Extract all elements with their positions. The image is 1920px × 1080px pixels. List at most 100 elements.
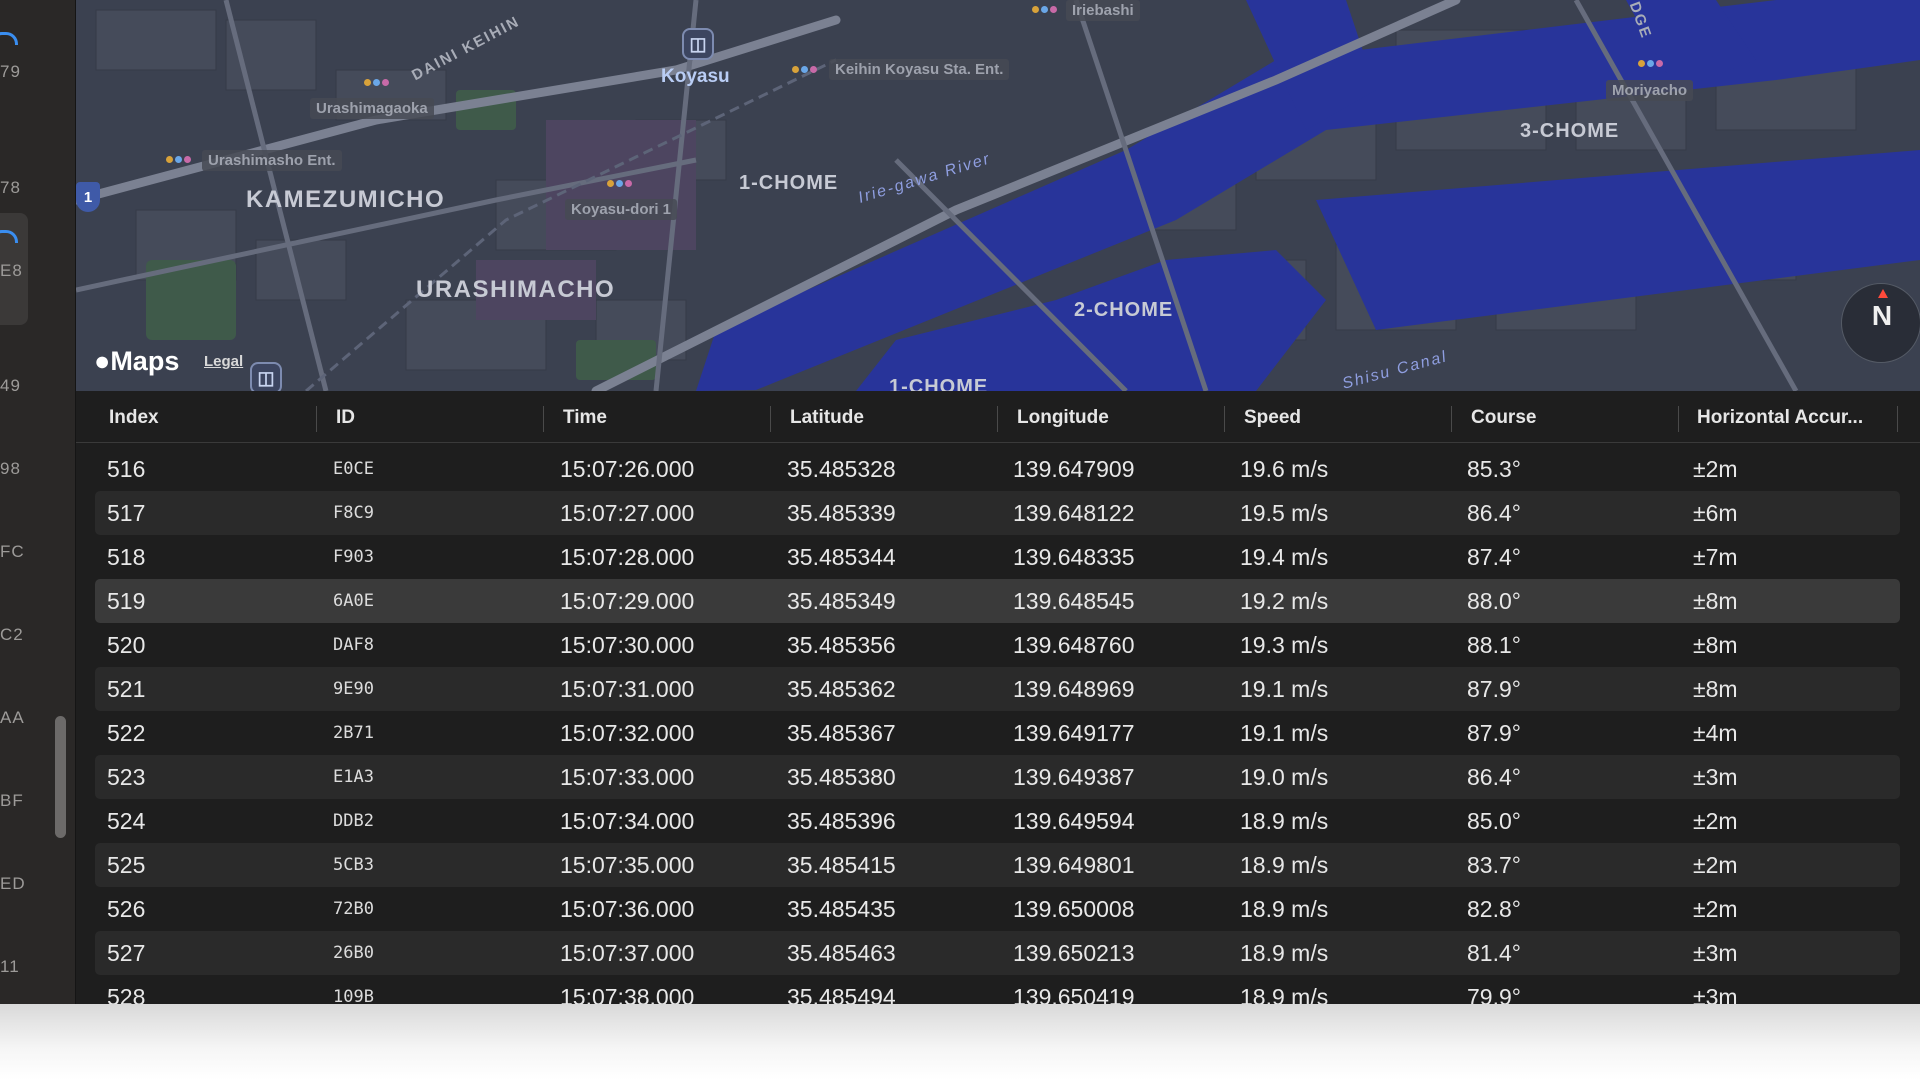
train-station-icon[interactable]: ◫ — [682, 28, 714, 60]
table-row[interactable]: 521 9E90 15:07:31.000 35.485362 139.6489… — [95, 667, 1900, 711]
cell-horizontal-accuracy: ±8m — [1693, 632, 1738, 658]
table-row[interactable]: 517 F8C9 15:07:27.000 35.485339 139.6481… — [95, 491, 1900, 535]
column-header-time[interactable]: Time — [563, 392, 753, 442]
cell-id: 109B — [333, 987, 374, 1004]
table-row[interactable]: 527 26B0 15:07:37.000 35.485463 139.6502… — [95, 931, 1900, 975]
cell-course: 85.3° — [1467, 456, 1521, 482]
sidebar-item-label[interactable]: FC — [0, 542, 25, 562]
column-divider[interactable] — [316, 406, 317, 432]
poi-label[interactable]: Iriebashi — [1066, 0, 1140, 21]
sidebar-item-label[interactable]: E8 — [0, 261, 23, 281]
column-header-course[interactable]: Course — [1471, 392, 1661, 442]
column-header-longitude[interactable]: Longitude — [1017, 392, 1207, 442]
cell-course: 87.4° — [1467, 544, 1521, 570]
cell-longitude: 139.650213 — [1013, 940, 1135, 966]
column-divider[interactable] — [1897, 406, 1898, 432]
cell-speed: 18.9 m/s — [1240, 852, 1329, 878]
cell-index: 522 — [107, 720, 146, 746]
cell-longitude: 139.647909 — [1013, 456, 1135, 482]
apple-logo-icon: ● — [94, 346, 111, 376]
cell-horizontal-accuracy: ±3m — [1693, 984, 1738, 1004]
cell-time: 15:07:27.000 — [560, 500, 695, 526]
table-row[interactable]: 524 DDB2 15:07:34.000 35.485396 139.6495… — [95, 799, 1900, 843]
table-row[interactable]: 516 E0CE 15:07:26.000 35.485328 139.6479… — [95, 447, 1900, 491]
column-header-latitude[interactable]: Latitude — [790, 392, 980, 442]
poi-label[interactable]: Keihin Koyasu Sta. Ent. — [829, 59, 1010, 80]
station-label[interactable]: Koyasu — [661, 66, 730, 88]
column-divider[interactable] — [1678, 406, 1679, 432]
cell-speed: 19.5 m/s — [1240, 500, 1329, 526]
cell-index: 525 — [107, 852, 146, 878]
cell-time: 15:07:33.000 — [560, 764, 695, 790]
sidebar-item-label[interactable]: 11 — [0, 957, 20, 977]
column-divider[interactable] — [1451, 406, 1452, 432]
district-label: KAMEZUMICHO — [246, 186, 446, 213]
sidebar-item-label[interactable]: 79 — [0, 62, 21, 82]
table-row[interactable]: 528 109B 15:07:38.000 35.485494 139.6504… — [95, 975, 1900, 1004]
table-row[interactable]: 522 2B71 15:07:32.000 35.485367 139.6491… — [95, 711, 1900, 755]
sidebar-item-label[interactable]: BF — [0, 791, 24, 811]
compass-button[interactable]: N — [1841, 283, 1920, 363]
sidebar[interactable]: 79 78 E8 49 98 FC C2 AA BF ED 11 — [0, 0, 76, 1004]
cell-index: 521 — [107, 676, 146, 702]
poi-label[interactable]: Koyasu-dori 1 — [565, 199, 678, 220]
district-label: URASHIMACHO — [416, 276, 616, 303]
table-scrollbar[interactable] — [1902, 444, 1910, 1004]
poi-label[interactable]: Urashimagaoka — [310, 98, 434, 119]
map-view[interactable]: 1 KAMEZUMICHO URASHIMACHO 1-CHOME 2-CHOM… — [76, 0, 1920, 391]
compass-label: N — [1871, 300, 1893, 331]
poi-dots-icon — [364, 79, 389, 86]
sidebar-item-label[interactable]: 98 — [0, 459, 21, 479]
cell-longitude: 139.650419 — [1013, 984, 1135, 1004]
sidebar-item-label[interactable]: AA — [0, 708, 25, 728]
district-label: 2-CHOME — [1074, 299, 1174, 321]
column-header-speed[interactable]: Speed — [1244, 392, 1434, 442]
column-header-id[interactable]: ID — [336, 392, 526, 442]
poi-label[interactable]: Urashimasho Ent. — [202, 150, 342, 171]
cell-speed: 19.4 m/s — [1240, 544, 1329, 570]
column-header-index[interactable]: Index — [109, 392, 309, 442]
cell-course: 82.8° — [1467, 896, 1521, 922]
column-divider[interactable] — [997, 406, 998, 432]
table-row-selected[interactable]: 519 6A0E 15:07:29.000 35.485349 139.6485… — [95, 579, 1900, 623]
train-station-icon[interactable]: ◫ — [250, 362, 282, 391]
legal-link[interactable]: Legal — [204, 353, 243, 370]
poi-label[interactable]: Moriyacho — [1606, 80, 1694, 101]
cell-speed: 18.9 m/s — [1240, 984, 1329, 1004]
column-divider[interactable] — [770, 406, 771, 432]
sidebar-item-label[interactable]: C2 — [0, 625, 24, 645]
cell-id: E1A3 — [333, 767, 374, 787]
data-table[interactable]: Index ID Time Latitude Longitude Speed C… — [76, 392, 1920, 1004]
table-row[interactable]: 520 DAF8 15:07:30.000 35.485356 139.6487… — [95, 623, 1900, 667]
cell-index: 520 — [107, 632, 146, 658]
cell-speed: 18.9 m/s — [1240, 940, 1329, 966]
cell-horizontal-accuracy: ±2m — [1693, 808, 1738, 834]
cell-id: DAF8 — [333, 635, 374, 655]
column-header-horizontal-accuracy[interactable]: Horizontal Accur... — [1697, 392, 1893, 442]
window-shadow — [0, 1004, 1920, 1080]
table-row[interactable]: 518 F903 15:07:28.000 35.485344 139.6483… — [95, 535, 1900, 579]
cell-horizontal-accuracy: ±7m — [1693, 544, 1738, 570]
cell-time: 15:07:26.000 — [560, 456, 695, 482]
cell-course: 87.9° — [1467, 720, 1521, 746]
cell-time: 15:07:30.000 — [560, 632, 695, 658]
column-divider[interactable] — [1224, 406, 1225, 432]
cell-id: 5CB3 — [333, 855, 374, 875]
route-shield-icon: 1 — [76, 182, 100, 212]
cell-latitude: 35.485415 — [787, 852, 896, 878]
table-row[interactable]: 526 72B0 15:07:36.000 35.485435 139.6500… — [95, 887, 1900, 931]
sidebar-item-label[interactable]: 78 — [0, 178, 21, 198]
sidebar-item-label[interactable]: ED — [0, 874, 26, 894]
sidebar-scrollbar[interactable] — [55, 716, 66, 838]
cell-index: 516 — [107, 456, 146, 482]
table-row[interactable]: 525 5CB3 15:07:35.000 35.485415 139.6498… — [95, 843, 1900, 887]
cell-index: 518 — [107, 544, 146, 570]
cell-time: 15:07:31.000 — [560, 676, 695, 702]
cell-index: 524 — [107, 808, 146, 834]
table-row[interactable]: 523 E1A3 15:07:33.000 35.485380 139.6493… — [95, 755, 1900, 799]
column-divider[interactable] — [543, 406, 544, 432]
cell-speed: 19.2 m/s — [1240, 588, 1329, 614]
cell-course: 88.0° — [1467, 588, 1521, 614]
cell-longitude: 139.648969 — [1013, 676, 1135, 702]
sidebar-item-label[interactable]: 49 — [0, 376, 21, 396]
